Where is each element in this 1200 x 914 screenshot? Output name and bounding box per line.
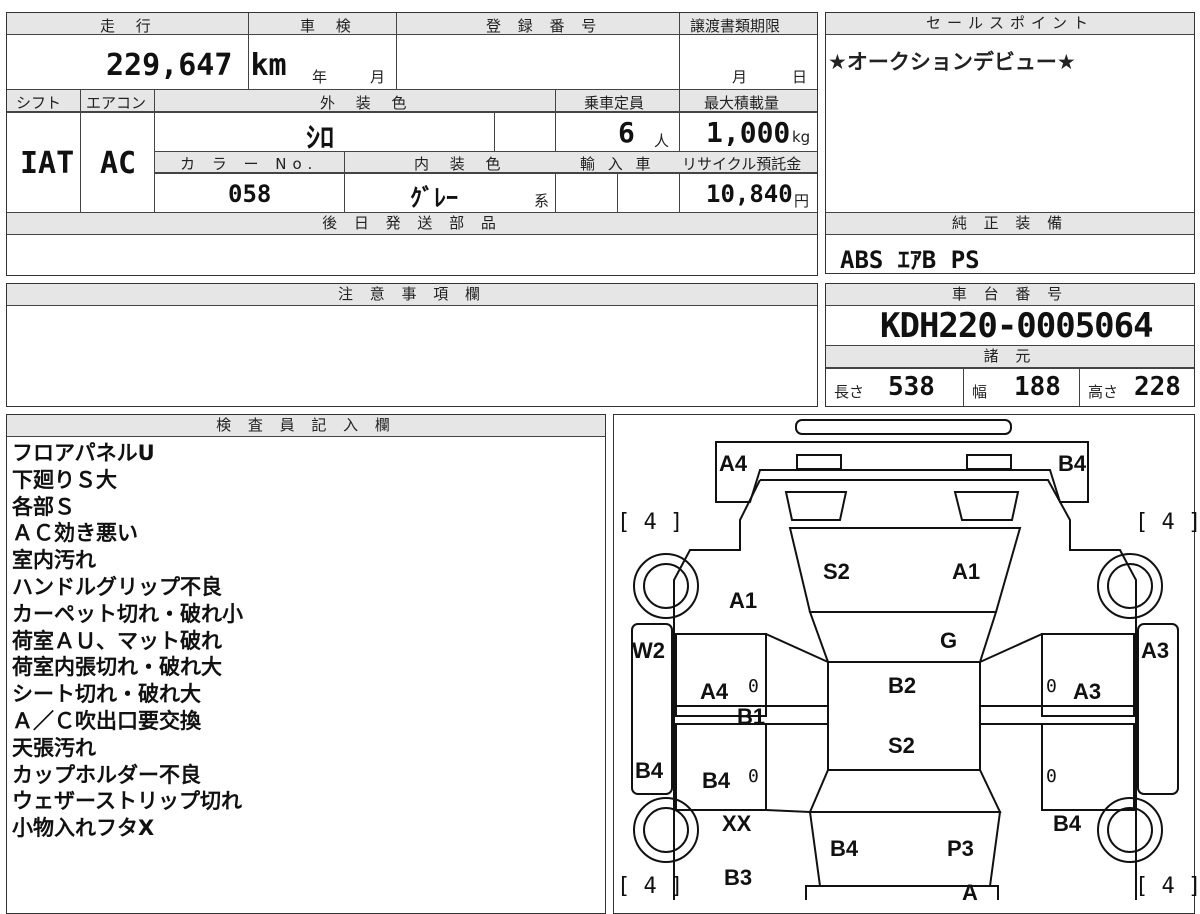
note-item: 荷室ＡＵ、マット破れ — [12, 628, 222, 653]
height-value: 228 — [1134, 372, 1181, 402]
inspection-label: 車 検 — [300, 17, 359, 35]
diagram-label: B4 — [635, 758, 664, 783]
interior-color-value: ｸﾞﾚｰ — [410, 184, 458, 212]
diagram-label: B1 — [737, 704, 766, 729]
diagram-label: S2 — [823, 559, 850, 584]
diagram-label: A3 — [1141, 638, 1170, 663]
diagram-label: A4 — [719, 451, 748, 476]
later-parts-header: 後 日 発 送 部 品 — [7, 213, 817, 235]
diagram-label: W2 — [632, 638, 665, 663]
registration-label: 登 録 番 号 — [486, 17, 603, 35]
aircon-label: エアコン — [86, 94, 147, 112]
note-item: 天張汚れ — [12, 735, 96, 760]
zero-mark: 0 — [748, 676, 759, 697]
diagram-label: S2 — [888, 733, 915, 758]
diagram-label: B2 — [888, 673, 917, 698]
note-item: ウェザーストリップ切れ — [12, 789, 242, 814]
car-diagram — [631, 419, 1179, 900]
diagram-label: P3 — [947, 836, 974, 861]
note-item: カーペット切れ・破れ小 — [12, 601, 243, 626]
recycle-fee-unit: 円 — [794, 192, 810, 210]
note-item: 室内汚れ — [12, 548, 96, 573]
note-item: 各部Ｓ — [12, 494, 75, 519]
note-item: 小物入れフタX — [12, 816, 155, 841]
inspector-label: 検 査 員 記 入 欄 — [7, 415, 605, 437]
diagram-label: XX — [722, 811, 752, 836]
note-item: 荷室内張切れ・破れ大 — [12, 655, 222, 680]
inspector-notes: フロアパネルU 下廻りＳ大 各部Ｓ ＡＣ効き悪い 室内汚れ ハンドルグリップ不良… — [12, 440, 602, 842]
mileage-value: 229,647 km — [106, 48, 287, 83]
caution-label: 注 意 事 項 欄 — [7, 284, 817, 306]
diagram-label: B3 — [724, 865, 753, 890]
inspection-month-unit: 月 — [370, 68, 386, 86]
recycle-fee-value: 10,840 — [706, 180, 793, 208]
mileage-label: 走 行 — [100, 17, 159, 35]
color-no-label: カ ラ ー No. — [180, 155, 319, 173]
length-label: 長さ — [834, 383, 865, 401]
exterior-color-value: ｼﾛ — [306, 121, 335, 154]
note-item: カップホルダー不良 — [12, 762, 201, 787]
imported-label: 輸 入 車 — [580, 155, 655, 173]
max-load-label: 最大積載量 — [704, 94, 780, 112]
shift-value: IAT — [20, 146, 75, 181]
tire-mark-rear-left: [ 4 ] — [617, 874, 684, 899]
diagram-label: B4 — [1058, 451, 1087, 476]
diagram-label: B4 — [702, 768, 731, 793]
tire-mark-front-left: [ 4 ] — [617, 510, 684, 535]
diagram-label: A1 — [729, 588, 758, 613]
length-value: 538 — [888, 372, 935, 402]
note-item: シート切れ・破れ大 — [12, 682, 201, 707]
diagram-label: A4 — [700, 679, 729, 704]
standard-equipment-label: 純 正 装 備 — [826, 213, 1194, 235]
diagram-label: A3 — [1073, 679, 1102, 704]
interior-color-label: 内 装 色 — [414, 155, 509, 173]
capacity-label: 乗車定員 — [584, 94, 645, 112]
chassis-label: 車 台 番 号 — [826, 284, 1194, 306]
tire-mark-rear-right: [ 4 ] — [1135, 874, 1200, 899]
deadline-month-unit: 月 — [732, 68, 748, 86]
shift-label: シフト — [16, 94, 62, 112]
diagram-label: A1 — [952, 559, 981, 584]
chassis-number: KDH220-0005064 — [880, 306, 1154, 346]
aircon-value: AC — [100, 146, 137, 181]
note-item: Ａ／Ｃ吹出口要交換 — [12, 708, 201, 733]
inspection-year-unit: 年 — [312, 68, 328, 86]
sales-point-text: ★オークションデビュー★ — [828, 50, 1076, 74]
color-no-value: 058 — [228, 180, 272, 208]
transfer-deadline-label: 譲渡書類期限 — [690, 17, 781, 35]
note-item: ハンドルグリップ不良 — [12, 574, 222, 599]
zero-mark: 0 — [1046, 766, 1057, 787]
deadline-day-unit: 日 — [792, 68, 808, 86]
exterior-color-label: 外 装 色 — [320, 94, 415, 112]
interior-color-suffix: 系 — [534, 192, 550, 210]
diagram-label: A — [962, 880, 978, 905]
note-item: ＡＣ効き悪い — [12, 521, 138, 546]
tire-mark-front-right: [ 4 ] — [1135, 510, 1200, 535]
height-label: 高さ — [1088, 383, 1119, 401]
capacity-value: 6 — [618, 116, 635, 149]
width-label: 幅 — [972, 383, 988, 401]
diagram-label: B4 — [830, 836, 859, 861]
zero-mark: 0 — [1046, 676, 1057, 697]
diagram-label: G — [940, 628, 958, 653]
capacity-unit: 人 — [654, 132, 670, 150]
note-item: 下廻りＳ大 — [12, 467, 117, 492]
max-load-value: 1,000 — [706, 116, 791, 149]
zero-mark: 0 — [748, 766, 759, 787]
sales-point-label: セールスポイント — [826, 13, 1194, 35]
width-value: 188 — [1014, 372, 1061, 402]
diagram-label: B4 — [1053, 811, 1082, 836]
note-item: フロアパネルU — [12, 441, 155, 465]
max-load-unit: kg — [792, 128, 811, 146]
standard-equipment-value: ABS ｴｱB PS — [840, 246, 980, 274]
specs-label: 諸 元 — [826, 346, 1194, 368]
recycle-fee-label: リサイクル預託金 — [682, 155, 802, 173]
